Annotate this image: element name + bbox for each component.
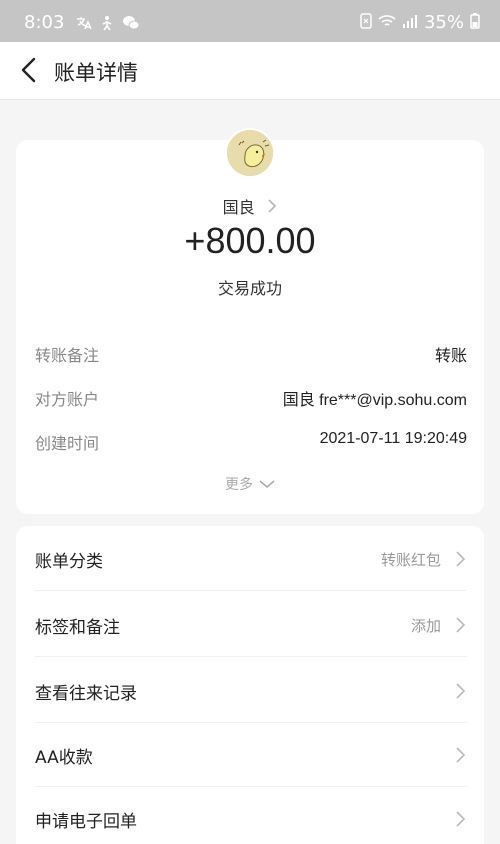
more-label: 更多 — [225, 477, 253, 493]
options-card: 账单分类 转账红包 标签和备注 添加 查看往来记录 AA收款 申请电子回单 — [16, 526, 484, 844]
list-item-aa-collect[interactable]: AA收款 — [35, 722, 467, 787]
detail-row-account: 对方账户 国良 fre***@vip.sohu.com — [35, 386, 467, 410]
battery-percent: 35% — [423, 12, 464, 33]
wifi-icon — [378, 14, 396, 32]
title-bar: 账单详情 — [0, 42, 500, 100]
list-item-e-receipt[interactable]: 申请电子回单 — [35, 786, 467, 844]
chevron-right-icon — [263, 199, 278, 217]
detail-value: 2021-07-11 19:20:49 — [319, 430, 467, 447]
list-value: 添加 — [410, 617, 441, 635]
avatar[interactable] — [225, 128, 275, 178]
list-label: AA收款 — [35, 748, 93, 768]
list-item-tags-notes[interactable]: 标签和备注 添加 — [35, 592, 467, 657]
detail-label: 转账备注 — [35, 346, 100, 365]
page-title: 账单详情 — [54, 61, 138, 85]
translate-icon — [76, 16, 92, 34]
list-label: 标签和备注 — [35, 618, 120, 638]
transaction-status: 交易成功 — [217, 279, 282, 298]
detail-row-created-time: 创建时间 2021-07-11 19:20:49 — [35, 430, 467, 454]
signal-icon — [402, 14, 418, 32]
list-label: 申请电子回单 — [35, 812, 137, 832]
payee-label: 国良 — [222, 198, 255, 217]
chevron-down-icon — [259, 477, 275, 493]
detail-value: 国良 fre***@vip.sohu.com — [282, 392, 467, 409]
chevron-right-icon — [455, 810, 467, 828]
list-label: 查看往来记录 — [35, 684, 137, 704]
chevron-right-icon — [455, 746, 467, 764]
activity-icon — [100, 15, 114, 35]
chevron-right-icon — [455, 682, 467, 700]
more-button[interactable]: 更多 — [16, 474, 484, 494]
status-right: 35% — [360, 12, 480, 33]
detail-value: 转账 — [434, 348, 467, 365]
status-time: 8:03 — [24, 12, 65, 33]
transaction-card: 国良 +800.00 交易成功 转账备注 转账 对方账户 国良 fre***@v… — [16, 128, 484, 514]
nfc-icon — [360, 12, 372, 33]
list-label: 账单分类 — [35, 552, 103, 572]
list-value: 转账红包 — [380, 551, 441, 569]
transaction-amount: +800.00 — [184, 220, 316, 261]
list-item-history[interactable]: 查看往来记录 — [35, 658, 467, 723]
payee-name[interactable]: 国良 — [16, 194, 484, 218]
detail-row-remark: 转账备注 转账 — [35, 342, 467, 366]
battery-icon — [470, 12, 480, 33]
status-bar: 8:03 35% — [0, 0, 500, 42]
chevron-right-icon — [455, 616, 467, 634]
detail-label: 创建时间 — [35, 434, 100, 453]
list-item-bill-category[interactable]: 账单分类 转账红包 — [35, 526, 467, 591]
wechat-icon — [122, 15, 140, 35]
notification-icons — [76, 15, 140, 35]
chevron-right-icon — [455, 550, 467, 568]
back-arrow-icon[interactable] — [16, 55, 44, 85]
detail-label: 对方账户 — [35, 390, 100, 409]
